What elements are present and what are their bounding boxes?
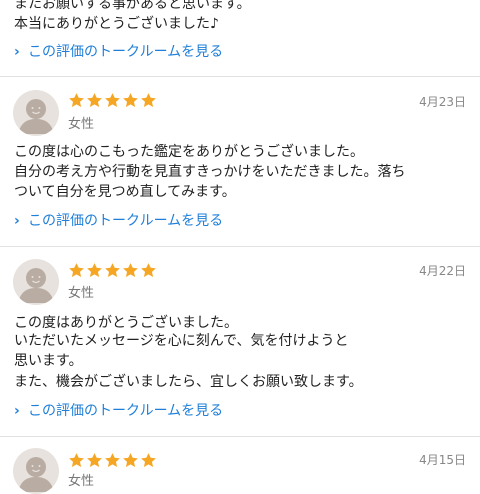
review-text-line: いただいたメッセージを心に刻んで、気を付けようと bbox=[14, 333, 349, 349]
star-icon bbox=[105, 93, 120, 108]
chevron-right-icon: › bbox=[14, 403, 20, 419]
avatar-placeholder-icon bbox=[18, 457, 54, 492]
reviewer-gender: 女性 bbox=[68, 117, 95, 132]
talkroom-link-label: この評価のトークルームを見る bbox=[28, 403, 224, 419]
star-icon bbox=[69, 93, 84, 108]
star-icon bbox=[105, 453, 120, 468]
avatar bbox=[13, 90, 59, 136]
talkroom-link[interactable]: › この評価のトークルームを見る bbox=[14, 211, 223, 231]
review-date: 4月15日 bbox=[419, 453, 466, 467]
avatar bbox=[13, 259, 59, 305]
star-icon bbox=[123, 263, 138, 278]
chevron-right-icon: › bbox=[14, 213, 20, 229]
star-icon bbox=[123, 93, 138, 108]
star-icon bbox=[141, 453, 156, 468]
reviewer-gender: 女性 bbox=[68, 286, 95, 301]
review-text-line: この度はありがとうございました。 bbox=[14, 315, 238, 331]
talkroom-link-label: この評価のトークルームを見る bbox=[28, 44, 224, 60]
review-text-line: またお願いする事があると思います。 bbox=[14, 0, 251, 12]
star-icon bbox=[69, 263, 84, 278]
star-icon bbox=[141, 93, 156, 108]
talkroom-link-label: この評価のトークルームを見る bbox=[28, 213, 224, 229]
star-icon bbox=[123, 453, 138, 468]
review-text-line: この度は心のこもった鑑定をありがとうございました。 bbox=[14, 144, 364, 160]
star-rating bbox=[68, 262, 157, 280]
divider bbox=[0, 76, 480, 77]
review-text-line: 思います。 bbox=[14, 353, 83, 369]
review-text-line: 自分の考え方や行動を見直すきっかけをいただきました。落ち bbox=[14, 164, 406, 180]
star-rating bbox=[68, 452, 157, 470]
star-icon bbox=[87, 93, 102, 108]
review-date: 4月22日 bbox=[419, 264, 466, 278]
talkroom-link[interactable]: › この評価のトークルームを見る bbox=[14, 42, 223, 62]
review-text-line: また、機会がございましたら、宜しくお願い致します。 bbox=[14, 374, 363, 390]
review-date: 4月23日 bbox=[419, 95, 466, 109]
star-icon bbox=[87, 453, 102, 468]
avatar-placeholder-icon bbox=[18, 268, 54, 303]
star-icon bbox=[141, 263, 156, 278]
review-text-line: ついて自分を見つめ直してみます。 bbox=[14, 184, 236, 200]
star-rating bbox=[68, 92, 157, 110]
divider bbox=[0, 246, 480, 247]
reviewer-gender: 女性 bbox=[68, 474, 95, 489]
avatar-placeholder-icon bbox=[18, 99, 54, 134]
talkroom-link[interactable]: › この評価のトークルームを見る bbox=[14, 401, 223, 421]
divider bbox=[0, 436, 480, 437]
avatar bbox=[13, 448, 59, 494]
star-icon bbox=[105, 263, 120, 278]
star-icon bbox=[69, 453, 84, 468]
review-text-line: 本当にありがとうございました♪ bbox=[14, 16, 219, 32]
star-icon bbox=[87, 263, 102, 278]
chevron-right-icon: › bbox=[14, 44, 20, 60]
